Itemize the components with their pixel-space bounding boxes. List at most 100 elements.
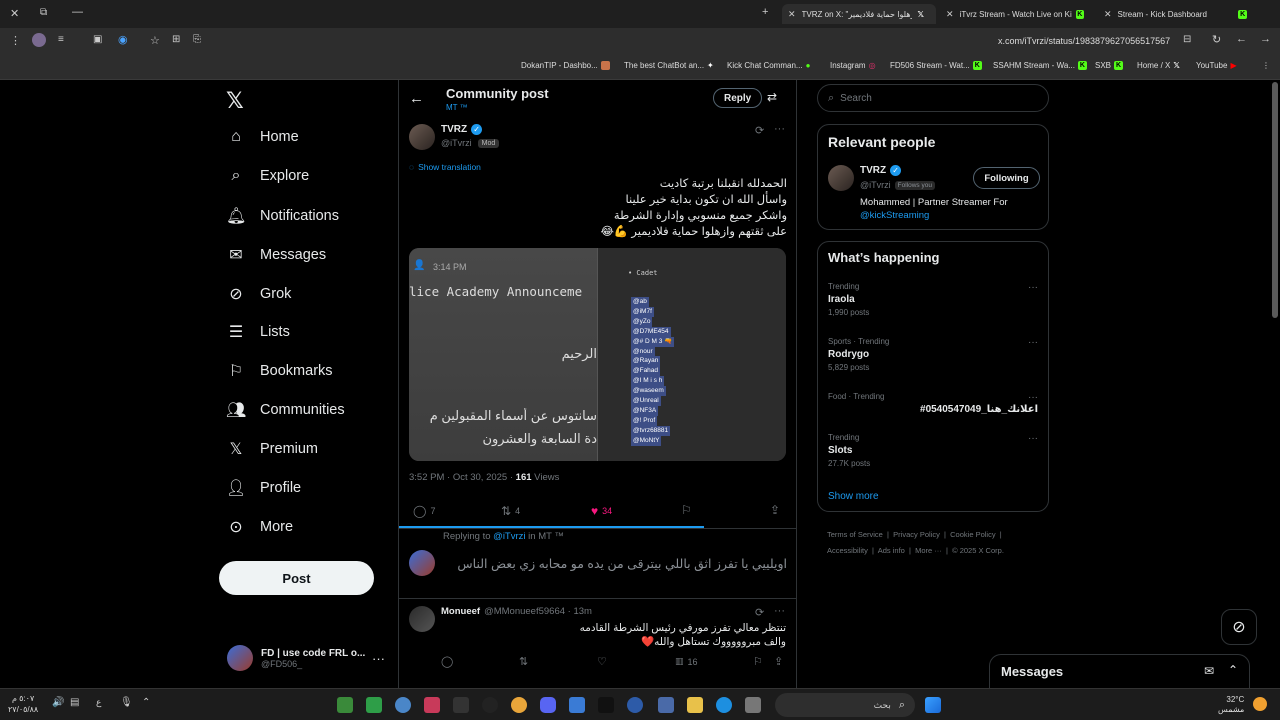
bookmark-item[interactable]: SSAHM Stream - Wa... K — [993, 61, 1087, 70]
weather-widget[interactable]: 32°C مشمس — [1218, 695, 1244, 715]
back-arrow-icon[interactable]: ← — [409, 90, 424, 107]
discord-icon[interactable] — [540, 697, 556, 713]
nav-item-grok[interactable]: ⊘ Grok — [226, 284, 291, 304]
more-dots-icon[interactable]: ··· — [1028, 433, 1038, 444]
tab-itvrz-stream[interactable]: ✕ iTvrz Stream - Watch Live on Ki K — [940, 4, 1090, 24]
following-button[interactable]: Following — [973, 167, 1040, 189]
reader-icon[interactable]: ⊟ — [1183, 34, 1191, 45]
app-icon[interactable] — [453, 697, 469, 713]
community-name[interactable]: MT ™ — [446, 103, 468, 112]
like-action[interactable]: ♥ 34 — [591, 504, 612, 518]
tab-actions-icon[interactable]: ⧉ — [40, 7, 47, 18]
footer-link[interactable]: Terms of Service — [827, 530, 883, 539]
collections-icon[interactable]: ⊞ — [172, 34, 180, 45]
nav-item-home[interactable]: ⌂ Home — [226, 128, 299, 146]
expand-icon[interactable]: ⌃ — [1228, 663, 1238, 677]
person-handle[interactable]: @iTvrzi — [860, 180, 891, 190]
tabs-icon[interactable]: ▣ — [93, 34, 102, 45]
nav-item-profile[interactable]: 👤︎ Profile — [226, 478, 301, 498]
windows-start-icon[interactable] — [925, 697, 941, 713]
bookmark-item[interactable]: Home / X𝕏 — [1137, 61, 1180, 70]
new-tab-icon[interactable]: + — [762, 6, 768, 18]
nav-item-notifications[interactable]: 🔔︎ Notifications — [226, 206, 339, 226]
sidebar-toggle-icon[interactable]: ≡ — [58, 34, 64, 45]
repost-action[interactable]: ⇅ 4 — [501, 504, 520, 518]
more-dots-icon[interactable]: ··· — [774, 123, 785, 135]
share-icon[interactable]: ⇪ — [774, 655, 783, 668]
menu-dots-icon[interactable]: ⋮ — [10, 34, 21, 47]
nav-item-premium[interactable]: 𝕏 Premium — [226, 439, 318, 459]
trend-item[interactable]: Trending Slots 27.7K posts ··· — [828, 433, 1038, 468]
app-icon[interactable] — [337, 697, 353, 713]
author-handle[interactable]: @iTvrzi — [441, 138, 472, 148]
reply-handle[interactable]: @MMonueef59664 · 13m — [484, 606, 592, 617]
screenshot-icon[interactable]: ⎘ — [193, 34, 201, 45]
more-dots-icon[interactable]: ··· — [774, 605, 785, 617]
account-switcher[interactable]: FD | use code FRL o... @FD506_ ··· — [227, 645, 387, 671]
replying-to-handle[interactable]: @iTvrzi — [493, 531, 525, 542]
show-translation-link[interactable]: ◌ Show translation — [409, 162, 481, 172]
more-dots-icon[interactable]: ··· — [1028, 337, 1038, 348]
tab-x-post[interactable]: ✕ TVRZ on X: "زهلوا حماية فلاديمير" 𝕏 — [782, 4, 936, 24]
footer-link[interactable]: Cookie Policy — [950, 530, 995, 539]
url-text[interactable]: x.com/iTvrzi/status/1983879627056517567 — [998, 36, 1170, 46]
close-tab-icon[interactable]: ✕ — [788, 9, 796, 20]
chrome-icon[interactable] — [511, 697, 527, 713]
clock[interactable]: ٥:٠٧ م ٢٧/٠٥/٨٨ — [8, 693, 38, 715]
post-image[interactable]: 👤 3:14 PM lice Academy Announceme الرحيم… — [409, 248, 786, 461]
page-scrollbar[interactable] — [1272, 82, 1278, 318]
avatar[interactable] — [409, 606, 435, 632]
heart-icon[interactable]: ♡ — [597, 655, 607, 668]
close-window-icon[interactable]: ✕ — [10, 7, 19, 20]
settings-icon[interactable] — [395, 697, 411, 713]
nav-item-more[interactable]: ⊙ More — [226, 517, 293, 537]
filter-settings-icon[interactable]: ⇄ — [767, 90, 777, 104]
author-name[interactable]: TVRZ — [441, 124, 467, 135]
taskbar-search[interactable]: بحث ⌕ — [775, 693, 915, 717]
bookmark-item[interactable]: YouTube ▶ — [1196, 61, 1237, 70]
grok-icon[interactable]: ⟳ — [755, 606, 764, 619]
network-icon[interactable]: ▤ — [70, 697, 79, 708]
more-dots-icon[interactable]: ··· — [372, 651, 385, 666]
bookmark-item[interactable]: Instagram ◎ — [830, 61, 876, 70]
app-icon[interactable] — [366, 697, 382, 713]
bookmark-item[interactable]: SXB K — [1095, 61, 1124, 70]
reply-action[interactable]: ◯ 7 — [413, 504, 435, 518]
bookmark-item[interactable]: DokanTIP - Dashbo... — [521, 61, 610, 70]
reply-author[interactable]: Monueef — [441, 606, 480, 617]
post-timestamp[interactable]: 3:52 PM · Oct 30, 2025 · — [409, 472, 516, 483]
post-button[interactable]: Post — [219, 561, 374, 595]
app-icon[interactable] — [424, 697, 440, 713]
more-dots-icon[interactable]: ··· — [1028, 282, 1038, 293]
mic-icon[interactable]: 🎙 — [120, 697, 133, 708]
repost-icon[interactable]: ⇅ — [519, 655, 528, 668]
volume-icon[interactable]: 🔊 — [52, 697, 64, 708]
reply-icon[interactable]: ◯ — [441, 655, 453, 668]
trend-item[interactable]: Sports · Trending Rodrygo 5,829 posts ··· — [828, 337, 1038, 372]
bookmark-icon[interactable]: ⚐ — [753, 655, 763, 668]
messages-dock[interactable]: Messages ✉ ⌃ — [989, 654, 1250, 688]
back-icon[interactable]: ← — [1236, 33, 1247, 45]
forward-icon[interactable]: → — [1260, 33, 1271, 45]
footer-link[interactable]: Privacy Policy — [893, 530, 940, 539]
footer-link[interactable]: Ads info — [878, 546, 905, 555]
nav-item-lists[interactable]: ☰ Lists — [226, 322, 290, 342]
reply-button[interactable]: Reply — [713, 88, 763, 108]
tab-kick-dashboard[interactable]: ✕ Stream - Kick Dashboard K — [1098, 4, 1253, 24]
trend-item[interactable]: Food · Trending #اعلانك_هنا_0540547049 ··… — [828, 392, 1038, 415]
folder-icon[interactable] — [687, 697, 703, 713]
person-name[interactable]: TVRZ — [860, 165, 886, 176]
bio-link[interactable]: @kickStreaming — [860, 210, 929, 221]
more-dots-icon[interactable]: ··· — [1028, 392, 1038, 403]
views-action[interactable]: ▥ 16 — [675, 656, 698, 667]
reload-icon[interactable]: ↻ — [1212, 33, 1221, 46]
search-input[interactable]: ⌕ Search — [817, 84, 1049, 112]
minimize-icon[interactable]: — — [72, 6, 83, 18]
reply-input[interactable]: اويلييي يا تفرز اثق باللي بيترقى من يده … — [443, 556, 787, 571]
bookmark-icon[interactable]: ⚐ — [681, 503, 692, 517]
x-logo-icon[interactable]: 𝕏 — [226, 88, 244, 114]
bookmark-item[interactable]: The best ChatBot an... ✦ — [624, 61, 714, 70]
app-icon[interactable] — [627, 697, 643, 713]
extension-icon[interactable]: ◉ — [118, 33, 128, 46]
avatar[interactable] — [828, 165, 854, 191]
